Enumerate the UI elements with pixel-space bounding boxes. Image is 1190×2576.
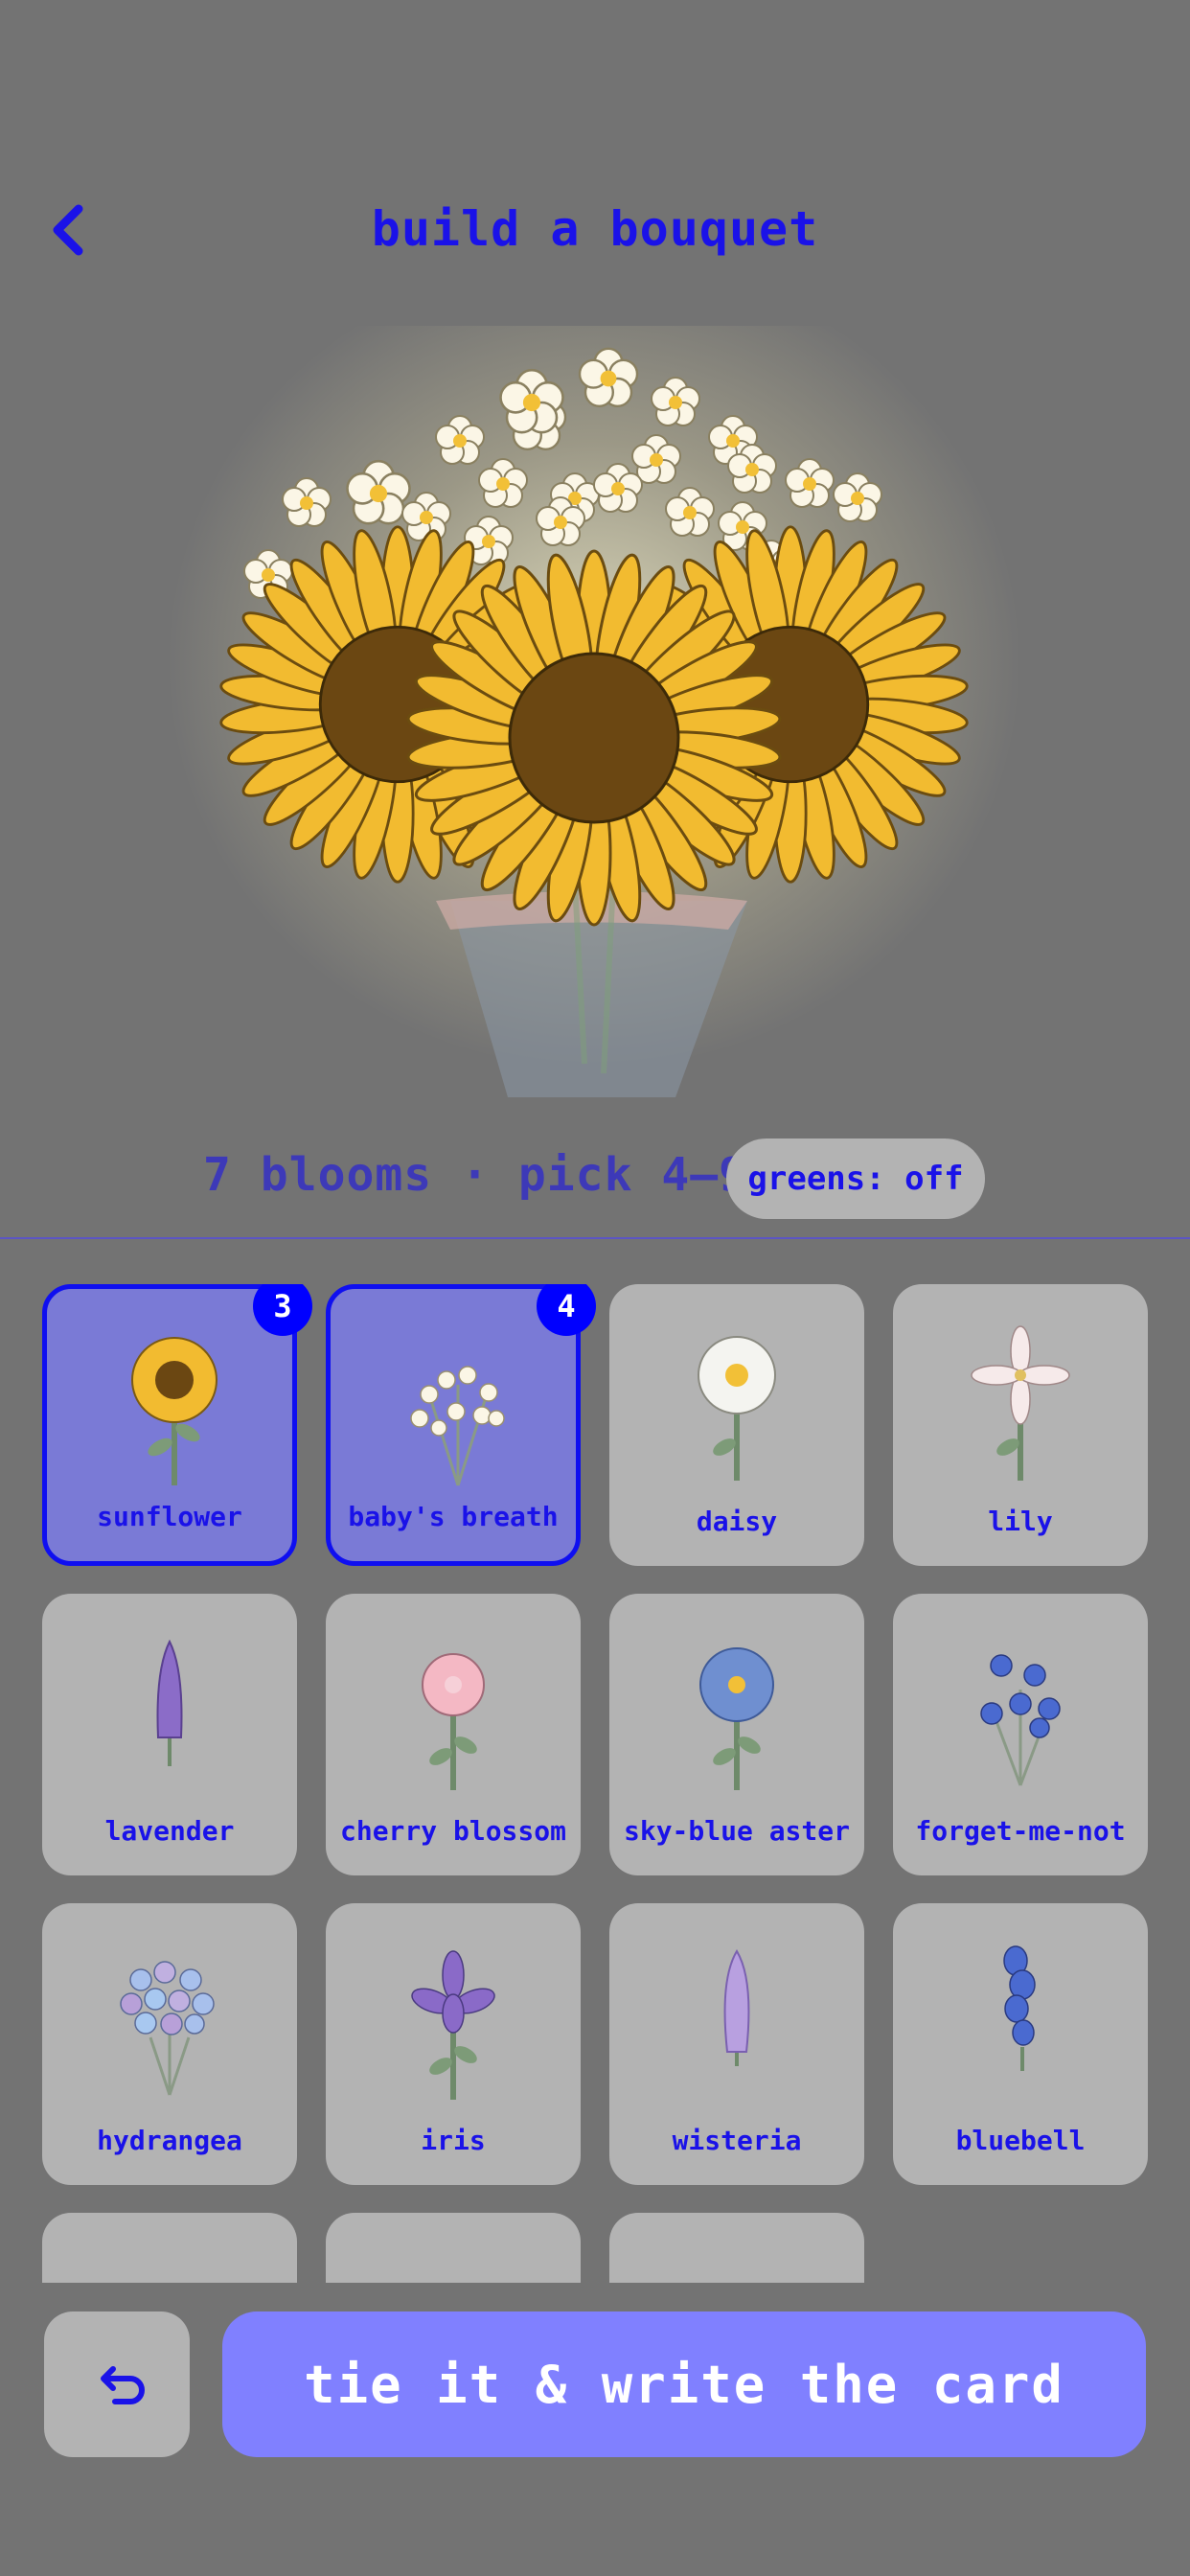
- flower-tile-sunflower[interactable]: sunflower: [42, 1284, 297, 1566]
- flower-label: iris: [421, 2125, 486, 2156]
- iris-icon: [411, 1950, 495, 2100]
- flower-grid: sunflower 3 baby's breath 4 daisy lily l…: [42, 1284, 1148, 2283]
- flower-tile-babys-breath[interactable]: baby's breath: [326, 1284, 581, 1566]
- flower-label: cherry blossom: [339, 1815, 566, 1847]
- lavender-icon: [156, 1639, 183, 1766]
- flower-tile-lily[interactable]: lily: [893, 1284, 1148, 1566]
- bloom-count: 7 blooms · pick 4–9: [203, 1148, 748, 1202]
- undo-button[interactable]: [44, 2312, 190, 2457]
- flower-label: wisteria: [672, 2125, 802, 2156]
- flower-tile-hydrangea[interactable]: hydrangea: [42, 1903, 297, 2185]
- header: build a bouquet: [0, 172, 1190, 288]
- status-row: 7 blooms · pick 4–9 greens: off: [0, 1131, 1190, 1227]
- daisy-icon: [698, 1336, 776, 1481]
- flower-tile-lavender[interactable]: lavender: [42, 1594, 297, 1875]
- flower-label: daisy: [696, 1506, 778, 1537]
- aster-icon: [699, 1647, 774, 1790]
- flower-label: bluebell: [955, 2125, 1086, 2156]
- count-badge: 4: [537, 1284, 596, 1336]
- cherry-blossom-icon: [422, 1653, 485, 1790]
- greens-toggle[interactable]: greens: off: [726, 1138, 985, 1219]
- bouquet-illustration: [217, 347, 971, 1097]
- flower-label: lavender: [104, 1815, 235, 1847]
- bluebell-icon: [1003, 1945, 1036, 2071]
- undo-icon: [101, 2366, 145, 2404]
- hydrangea-icon: [120, 1961, 215, 2096]
- count-badge: 3: [253, 1284, 312, 1336]
- divider: [0, 1237, 1190, 1239]
- lily-icon: [971, 1325, 1070, 1481]
- page-title: build a bouquet: [371, 201, 819, 257]
- flower-tile-wisteria[interactable]: wisteria: [609, 1903, 864, 2185]
- sunflower-icon: [131, 1337, 217, 1485]
- flower-tile[interactable]: [42, 2213, 297, 2283]
- flower-label: sky-blue aster: [623, 1815, 850, 1847]
- flower-tile[interactable]: [609, 2213, 864, 2283]
- flower-tile-iris[interactable]: iris: [326, 1903, 581, 2185]
- tie-and-write-card-button[interactable]: tie it & write the card: [222, 2312, 1146, 2457]
- flower-tile-forget-me-not[interactable]: forget-me-not: [893, 1594, 1148, 1875]
- bouquet-preview: [0, 307, 1190, 1102]
- flower-label: lily: [988, 1506, 1053, 1537]
- flower-tile-daisy[interactable]: daisy: [609, 1284, 864, 1566]
- flower-tile[interactable]: [326, 2213, 581, 2283]
- forget-me-not-icon: [980, 1654, 1061, 1786]
- flower-label: baby's breath: [348, 1501, 559, 1532]
- flower-tile-bluebell[interactable]: bluebell: [893, 1903, 1148, 2185]
- flower-tile-cherry-blossom[interactable]: cherry blossom: [326, 1594, 581, 1875]
- babys-breath-icon: [410, 1366, 505, 1486]
- flower-tile-sky-blue-aster[interactable]: sky-blue aster: [609, 1594, 864, 1875]
- wisteria-icon: [723, 1949, 750, 2066]
- flower-label: sunflower: [97, 1501, 242, 1532]
- flower-label: forget-me-not: [915, 1815, 1126, 1847]
- flower-label: hydrangea: [97, 2125, 242, 2156]
